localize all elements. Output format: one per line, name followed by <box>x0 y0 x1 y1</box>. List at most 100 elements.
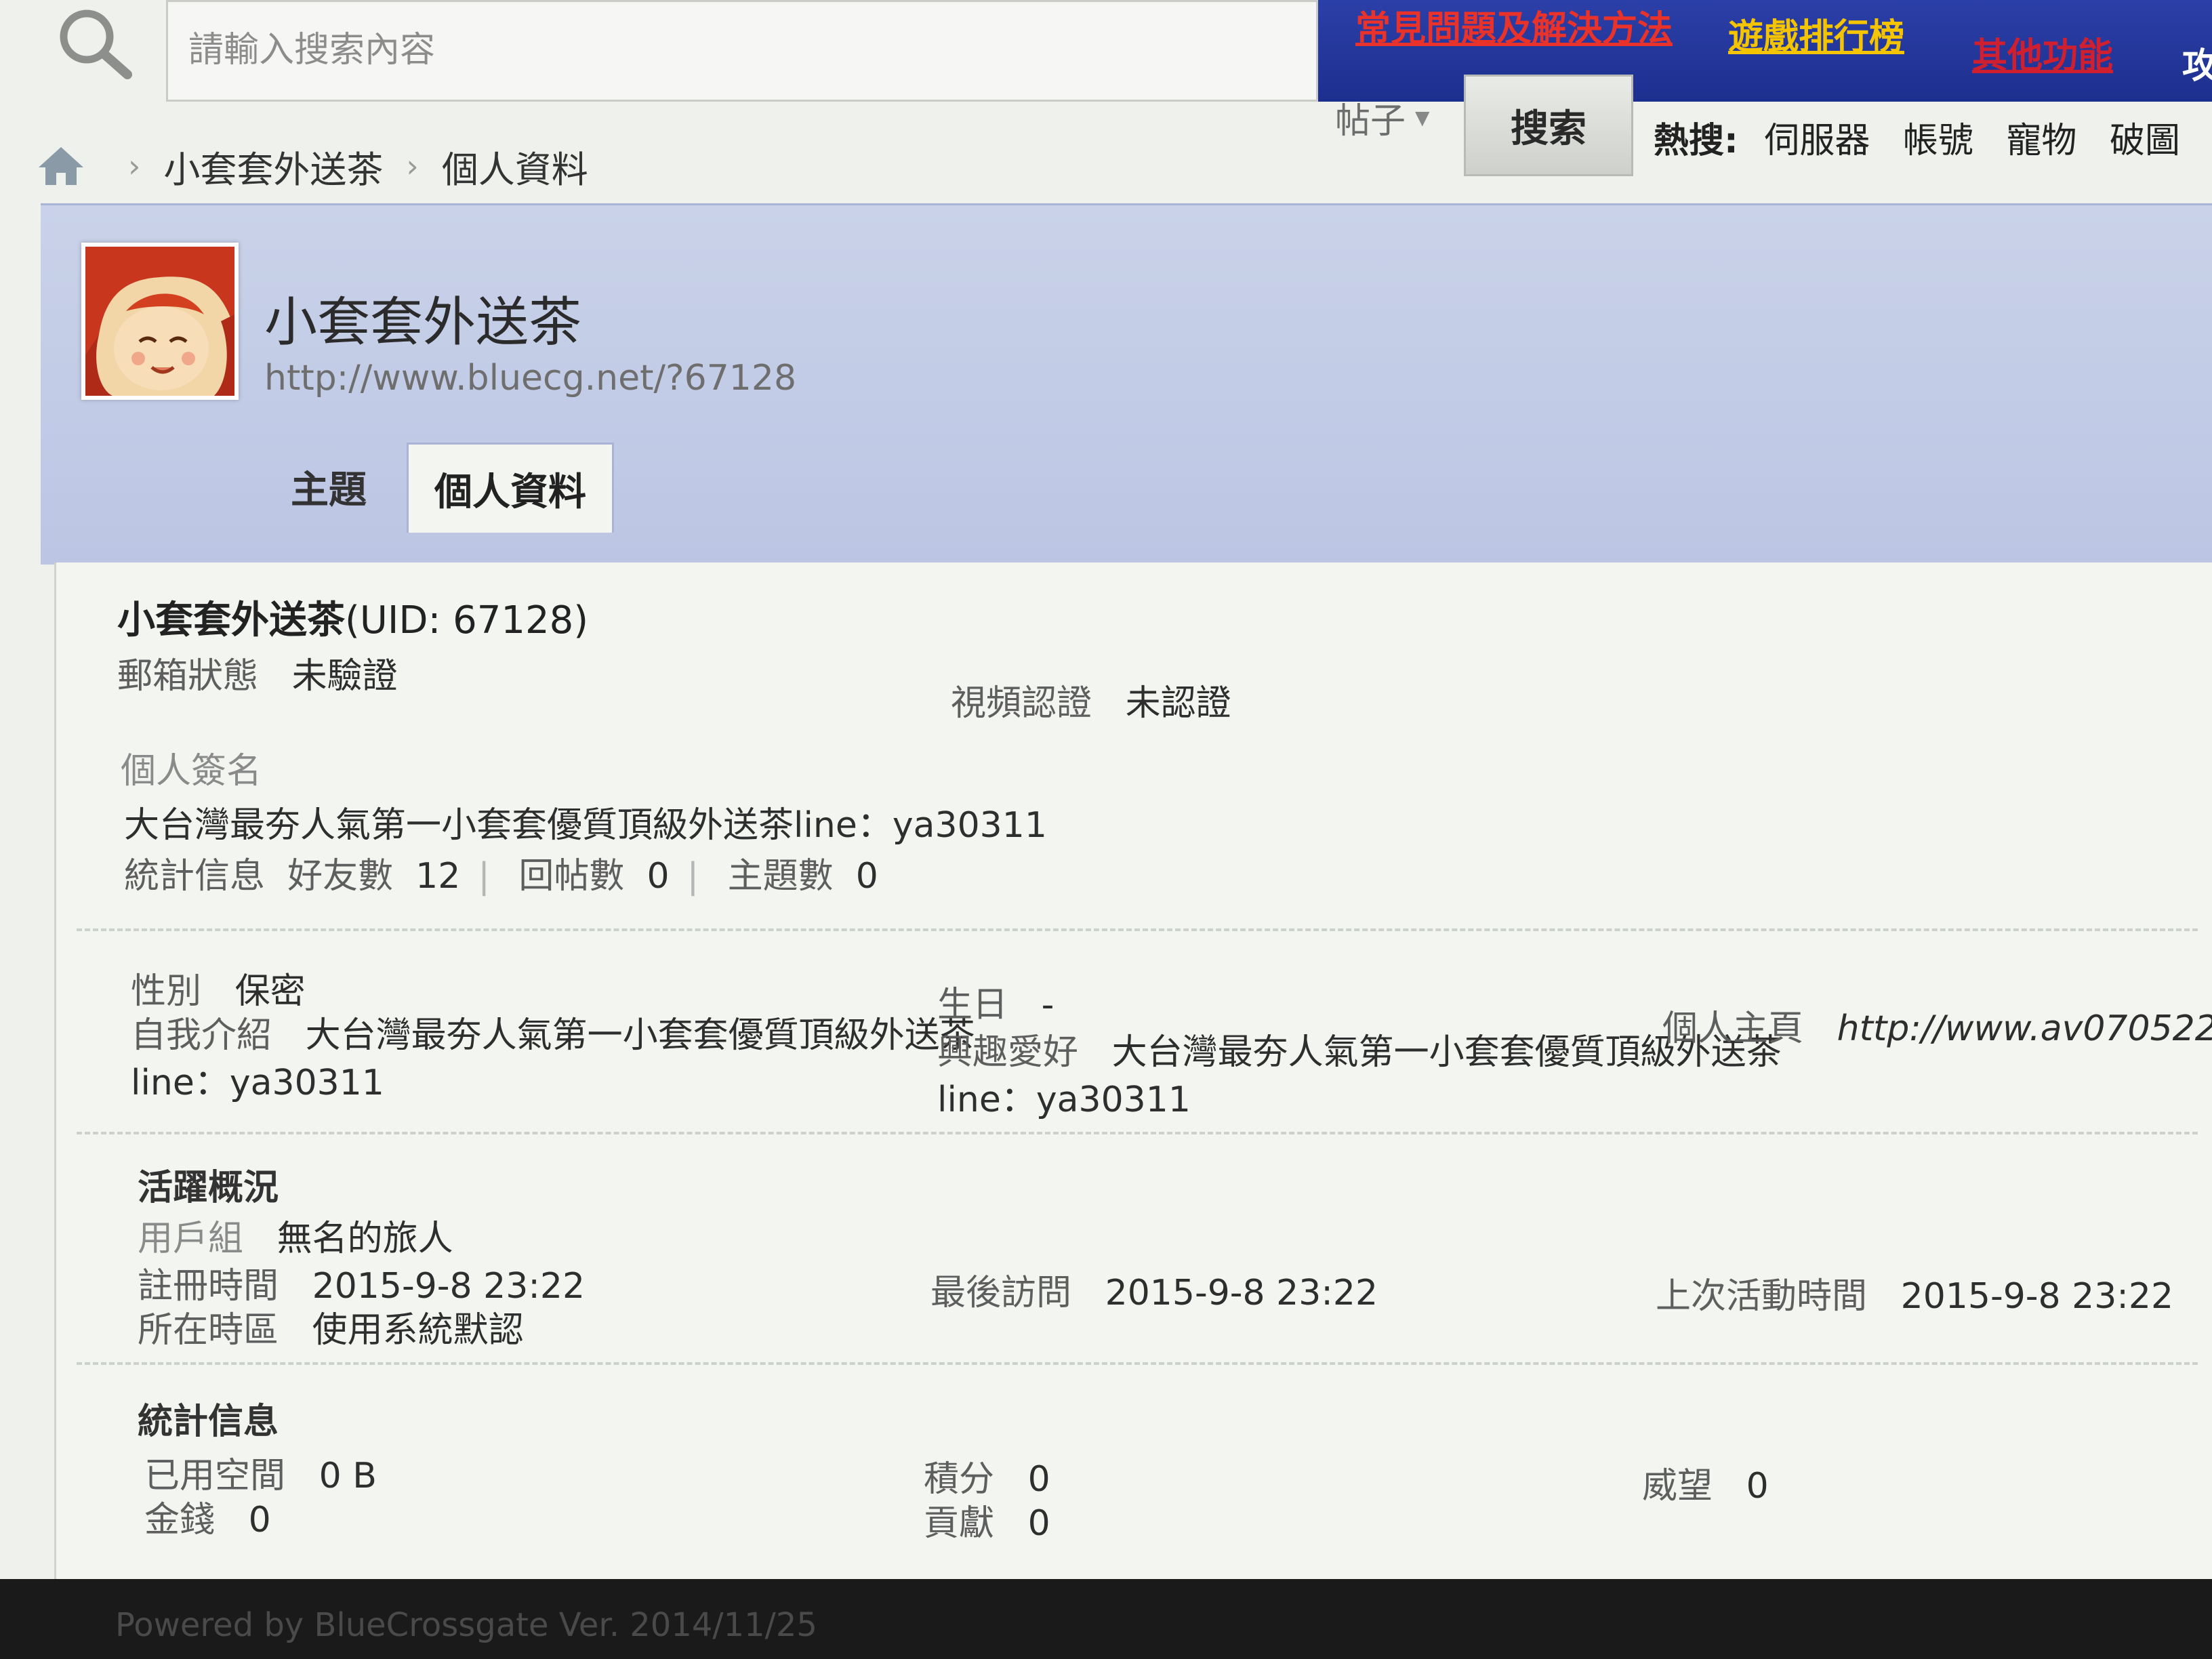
banner-link-partial[interactable]: 攻 <box>2182 37 2212 88</box>
reg-value: 2015-9-8 23:22 <box>312 1266 586 1307</box>
last-active-label: 上次活動時間 <box>1656 1276 1868 1317</box>
money-row: 金錢 0 <box>144 1491 271 1542</box>
hobby-label: 興趣愛好 <box>937 1032 1079 1073</box>
homepage-link[interactable]: http://www.av070522.com <box>1837 1008 2212 1049</box>
hobby-row: 興趣愛好 大台灣最夯人氣第一小套套優質頂級外送茶 <box>937 1023 1782 1074</box>
prestige-row: 威望 0 <box>1642 1457 1769 1508</box>
prestige-label: 威望 <box>1642 1466 1713 1507</box>
timezone-value: 使用系統默認 <box>312 1310 524 1351</box>
birthday-label: 生日 <box>937 985 1008 1025</box>
last-visit-row: 最後訪問 2015-9-8 23:22 <box>930 1264 1378 1315</box>
friends-count[interactable]: 12 <box>415 856 460 897</box>
uid: (UID: 67128) <box>345 598 589 642</box>
breadcrumb: › 小套套外送茶 › 個人資料 <box>37 136 588 197</box>
group-value[interactable]: 無名的旅人 <box>277 1218 453 1259</box>
breadcrumb-profile[interactable]: 個人資料 <box>442 140 588 193</box>
stats-summary: 統計信息 好友數 12 | 回帖數 0 | 主題數 0 <box>124 847 878 898</box>
group-label: 用戶組 <box>138 1218 244 1259</box>
footer-text: Powered by BlueCrossgate Ver. 2014/11/25 <box>115 1606 817 1644</box>
replies-label: 回帖數 <box>518 856 625 897</box>
gender-value: 保密 <box>234 971 306 1012</box>
replies-count[interactable]: 0 <box>647 856 669 897</box>
uid-line: 小套套外送茶(UID: 67128) <box>117 590 588 644</box>
video-status-label: 視頻認證 <box>951 683 1092 724</box>
username: 小套套外送茶 <box>117 598 345 642</box>
contrib-row: 貢獻 0 <box>924 1494 1050 1545</box>
profile-content: 小套套外送茶(UID: 67128) 郵箱狀態 未驗證 視頻認證 未認證 個人簽… <box>54 562 2212 1579</box>
tab-profile[interactable]: 個人資料 <box>407 443 614 533</box>
reg-row: 註冊時間 2015-9-8 23:22 <box>138 1257 585 1308</box>
chevron-down-icon: ▼ <box>1415 106 1430 129</box>
video-status-value: 未認證 <box>1125 683 1231 724</box>
email-status-value: 未驗證 <box>291 656 398 697</box>
profile-name: 小套套外送茶 <box>264 292 582 353</box>
signature-label: 個人簽名 <box>121 751 262 792</box>
divider-line <box>77 928 2198 931</box>
space-value: 0 B <box>319 1456 377 1496</box>
last-active-value: 2015-9-8 23:22 <box>1900 1276 2174 1317</box>
contrib-label: 貢獻 <box>924 1503 995 1544</box>
banner-link-faq[interactable]: 常見問題及解決方法 <box>1355 0 1673 51</box>
divider: | <box>478 856 490 897</box>
banner-link-ranking[interactable]: 遊戲排行榜 <box>1728 8 1904 59</box>
search-input[interactable]: 請輸入搜索內容 <box>166 0 1318 102</box>
search-button[interactable]: 搜索 <box>1464 75 1633 176</box>
reg-label: 註冊時間 <box>138 1266 279 1307</box>
points-row: 積分 0 <box>924 1450 1050 1501</box>
divider-line <box>77 1362 2198 1365</box>
group-row: 用戶組 無名的旅人 <box>138 1210 453 1261</box>
stats-summary-label: 統計信息 <box>124 856 266 897</box>
hobby-line2: line：ya30311 <box>937 1080 1191 1120</box>
activity-title: 活躍概況 <box>138 1168 279 1208</box>
timezone-row: 所在時區 使用系統默認 <box>138 1301 524 1352</box>
email-status: 郵箱狀態 未驗證 <box>117 647 398 698</box>
money-label: 金錢 <box>144 1500 216 1540</box>
birthday-row: 生日 - <box>937 976 1054 1027</box>
profile-url[interactable]: http://www.bluecg.net/?67128 <box>264 358 796 398</box>
avatar[interactable] <box>81 243 239 400</box>
banner-link-other[interactable]: 其他功能 <box>1972 27 2113 78</box>
hot-item-server[interactable]: 伺服器 <box>1764 121 1870 161</box>
prestige-value: 0 <box>1746 1466 1769 1507</box>
intro-line1: 大台灣最夯人氣第一小套套優質頂級外送茶 <box>305 1015 975 1056</box>
contrib-value: 0 <box>1027 1503 1050 1544</box>
space-label: 已用空間 <box>144 1456 286 1496</box>
breadcrumb-user[interactable]: 小套套外送茶 <box>163 140 383 193</box>
signature: 大台灣最夯人氣第一小套套優質頂級外送茶line：ya30311 <box>124 805 1047 846</box>
gender-row: 性別 保密 <box>131 962 306 1013</box>
space-row: 已用空間 0 B <box>144 1447 377 1498</box>
hot-search: 熱搜: 伺服器 帳號 寵物 破圖 設定 <box>1654 112 2212 163</box>
money-value: 0 <box>248 1500 271 1540</box>
hot-item-account[interactable]: 帳號 <box>1903 121 1973 161</box>
statistics-title: 統計信息 <box>138 1401 279 1442</box>
divider-line <box>77 1132 2198 1134</box>
breadcrumb-separator: › <box>406 148 419 184</box>
last-active-row: 上次活動時間 2015-9-8 23:22 <box>1656 1267 2173 1318</box>
video-status: 視頻認證 未認證 <box>951 674 1231 725</box>
breadcrumb-separator: › <box>128 148 141 184</box>
hot-search-label: 熱搜: <box>1654 121 1738 161</box>
last-visit-label: 最後訪問 <box>930 1273 1072 1313</box>
intro-line2: line：ya30311 <box>131 1063 384 1103</box>
homepage-row: 個人主頁 http://www.av070522.com <box>1662 1000 2212 1050</box>
last-visit-value: 2015-9-8 23:22 <box>1105 1273 1378 1313</box>
profile-header: 小套套外送茶 http://www.bluecg.net/?67128 主題 個… <box>41 203 2212 565</box>
search-icon[interactable] <box>54 5 136 80</box>
search-type-label: 帖子 <box>1335 100 1406 142</box>
topics-label: 主題數 <box>727 856 834 897</box>
homepage-label: 個人主頁 <box>1662 1008 1804 1049</box>
points-label: 積分 <box>924 1459 995 1500</box>
hot-item-pet[interactable]: 寵物 <box>2006 121 2076 161</box>
hot-item-glitch[interactable]: 破圖 <box>2110 121 2180 161</box>
points-value: 0 <box>1027 1459 1050 1500</box>
topics-count[interactable]: 0 <box>856 856 878 897</box>
intro-label: 自我介紹 <box>131 1015 272 1056</box>
intro-row: 自我介紹 大台灣最夯人氣第一小套套優質頂級外送茶 <box>131 1006 975 1057</box>
search-type-select[interactable]: 帖子 ▼ <box>1335 73 1457 161</box>
friends-label: 好友數 <box>287 856 394 897</box>
home-icon[interactable] <box>37 146 85 186</box>
timezone-label: 所在時區 <box>138 1310 279 1351</box>
birthday-value: - <box>1041 985 1054 1025</box>
divider: | <box>687 856 699 897</box>
tab-topics[interactable]: 主題 <box>244 443 413 531</box>
